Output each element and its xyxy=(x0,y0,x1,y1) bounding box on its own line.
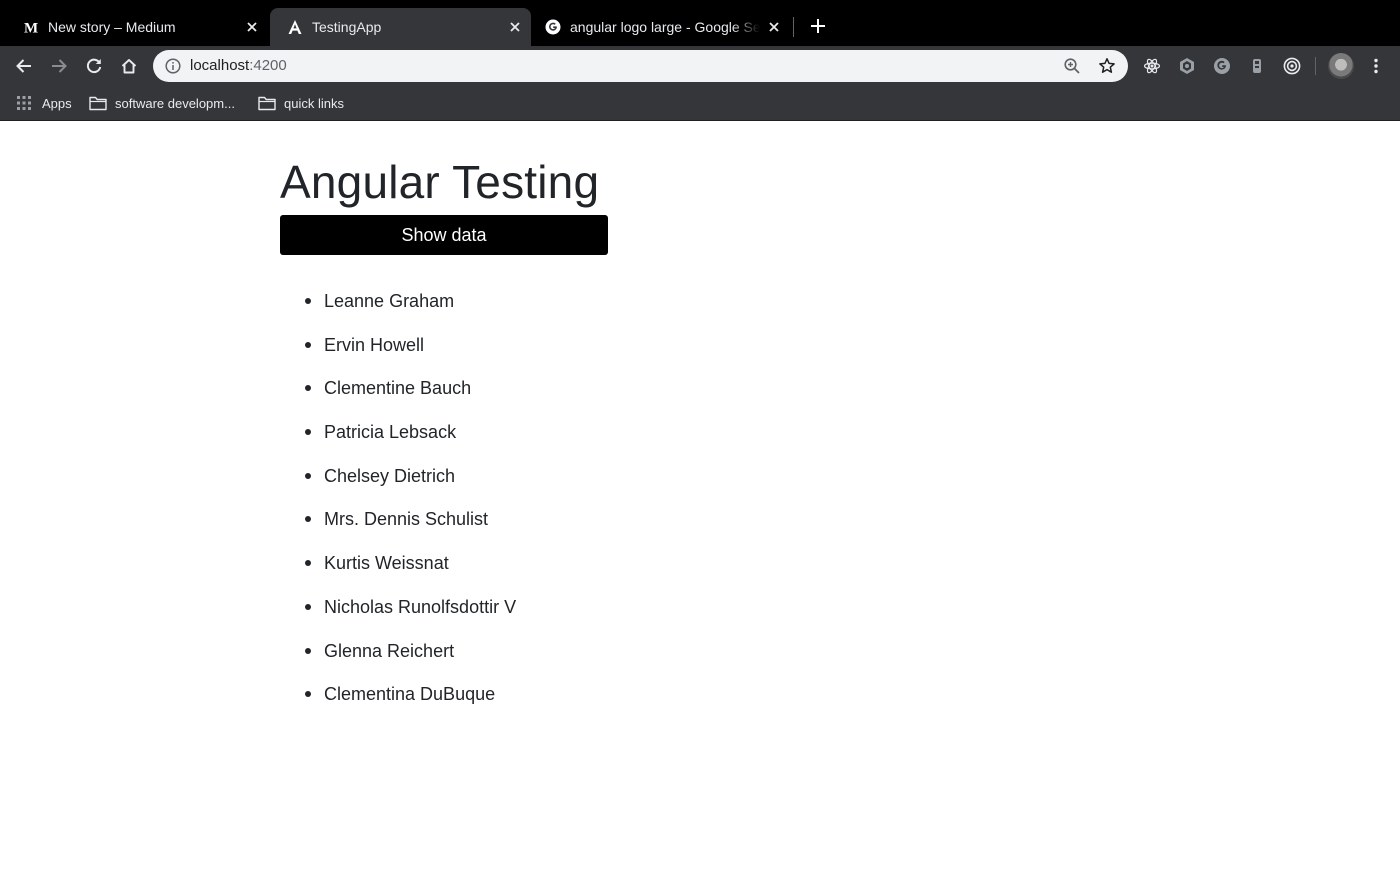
bookmark-label: Apps xyxy=(42,95,72,111)
angular-icon xyxy=(287,19,303,35)
tab-strip: M New story – Medium TestingApp angular … xyxy=(0,0,1400,46)
list-item: Kurtis Weissnat xyxy=(304,550,516,594)
close-icon[interactable] xyxy=(766,19,782,35)
back-button[interactable] xyxy=(11,53,37,79)
tab-google-search[interactable]: angular logo large - Google Search xyxy=(528,8,790,46)
browser-toolbar: localhost:4200 xyxy=(0,46,1400,86)
reload-icon xyxy=(86,58,102,74)
tab-testingapp[interactable]: TestingApp xyxy=(270,8,531,46)
list-item: Patricia Lebsack xyxy=(304,419,516,463)
folder-icon xyxy=(258,95,276,111)
user-list: Leanne Graham Ervin Howell Clementine Ba… xyxy=(304,288,516,725)
url-port: :4200 xyxy=(249,57,287,74)
list-item: Nicholas Runolfsdottir V xyxy=(304,594,516,638)
bookmark-label: quick links xyxy=(284,95,344,111)
angular-augury-icon[interactable] xyxy=(1176,55,1198,77)
tab-title: angular logo large - Google Search xyxy=(570,19,760,35)
list-item: Ervin Howell xyxy=(304,332,516,376)
bookmarks-bar: Apps software developm... quick links xyxy=(0,86,1400,121)
bookmark-label: software developm... xyxy=(115,95,235,111)
url-host: localhost xyxy=(190,57,250,74)
list-item: Chelsey Dietrich xyxy=(304,463,516,507)
show-data-button[interactable]: Show data xyxy=(280,215,608,255)
list-item: Glenna Reichert xyxy=(304,638,516,682)
forward-button[interactable] xyxy=(46,53,72,79)
google-icon xyxy=(545,19,561,35)
arrow-right-icon xyxy=(52,59,67,73)
home-icon xyxy=(121,59,137,74)
react-devtools-icon[interactable] xyxy=(1141,55,1163,77)
address-bar[interactable]: localhost:4200 xyxy=(153,50,1128,82)
bookmark-software-development[interactable]: software developm... xyxy=(89,92,235,114)
home-button[interactable] xyxy=(116,53,142,79)
tab-title: TestingApp xyxy=(312,19,382,35)
medium-icon: M xyxy=(23,19,39,36)
close-icon[interactable] xyxy=(507,19,523,35)
reload-button[interactable] xyxy=(81,53,107,79)
extension-icon[interactable] xyxy=(1246,55,1268,77)
menu-button[interactable] xyxy=(1363,53,1389,79)
profile-avatar[interactable] xyxy=(1328,53,1354,79)
arrow-left-icon xyxy=(16,59,31,73)
list-item: Clementina DuBuque xyxy=(304,681,516,725)
target-extension-icon[interactable] xyxy=(1281,55,1303,77)
zoom-icon[interactable] xyxy=(1063,57,1081,75)
tab-medium[interactable]: M New story – Medium xyxy=(6,8,268,46)
folder-icon xyxy=(89,95,107,111)
svg-text:M: M xyxy=(24,21,38,36)
more-vert-icon xyxy=(1374,58,1378,74)
grammarly-icon[interactable] xyxy=(1211,55,1233,77)
bookmark-quick-links[interactable]: quick links xyxy=(258,92,344,114)
list-item: Clementine Bauch xyxy=(304,375,516,419)
tab-separator xyxy=(793,17,794,37)
plus-icon xyxy=(811,19,825,33)
close-icon[interactable] xyxy=(244,19,260,35)
info-icon[interactable] xyxy=(165,58,181,74)
page-title: Angular Testing xyxy=(280,156,600,208)
toolbar-separator xyxy=(1315,57,1316,75)
new-tab-button[interactable] xyxy=(806,14,830,38)
bookmark-apps[interactable]: Apps xyxy=(16,92,72,114)
url-text[interactable]: localhost:4200 xyxy=(190,57,287,74)
list-item: Mrs. Dennis Schulist xyxy=(304,506,516,550)
page-content: Angular Testing Show data Leanne Graham … xyxy=(0,121,1400,875)
bookmark-star-icon[interactable] xyxy=(1098,57,1116,75)
list-item: Leanne Graham xyxy=(304,288,516,332)
tab-title: New story – Medium xyxy=(48,19,176,35)
apps-grid-icon xyxy=(16,95,34,111)
